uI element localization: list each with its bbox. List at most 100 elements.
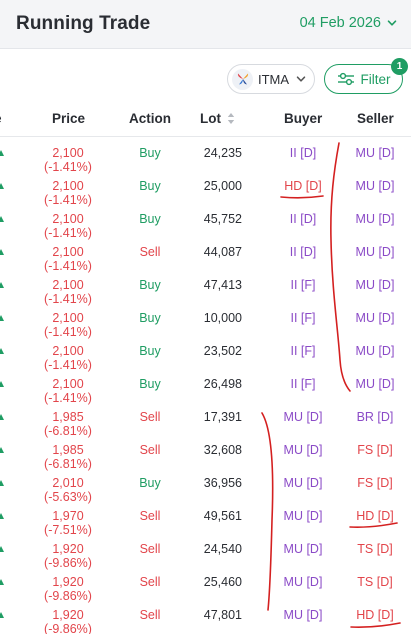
trade-direction-icon: [0, 183, 4, 189]
chevron-down-icon: [296, 76, 306, 82]
filter-count-badge: 1: [391, 58, 408, 75]
lot-cell: 24,235: [203, 146, 242, 160]
action-cell: Buy: [139, 344, 161, 358]
seller-cell: MU [D]: [355, 344, 395, 358]
action-cell: Buy: [139, 179, 161, 193]
filter-label: Filter: [360, 71, 391, 87]
action-cell: Sell: [139, 608, 161, 622]
buyer-cell: II [D]: [289, 146, 317, 160]
buyer-cell: MU [D]: [283, 542, 323, 556]
seller-cell: BR [D]: [356, 410, 394, 424]
trade-direction-icon: [0, 579, 4, 585]
table-body: 2,100 (-1.41%) Buy 24,235 II [D] MU [D] 2,100…: [0, 137, 411, 634]
date-label: 04 Feb 2026: [299, 15, 381, 31]
seller-cell: HD [D]: [356, 608, 394, 622]
trade-direction-icon: [0, 150, 4, 156]
lot-cell: 24,540: [203, 542, 242, 556]
trade-direction-icon: [0, 447, 4, 453]
seller-cell: MU [D]: [355, 278, 395, 292]
table-row[interactable]: 2,100 (-1.41%) Buy 24,235 II [D] MU [D]: [0, 137, 411, 174]
table-row[interactable]: 1,985 (-6.81%) Sell 17,391 MU [D] BR [D]: [0, 401, 411, 438]
trade-direction-icon: [0, 480, 4, 486]
stock-selector[interactable]: ITMA: [227, 64, 315, 94]
column-header-time[interactable]: e: [0, 111, 2, 126]
seller-cell: MU [D]: [355, 311, 395, 325]
action-cell: Sell: [139, 575, 161, 589]
sort-icon: [227, 113, 235, 124]
seller-cell: FS [D]: [357, 443, 393, 457]
lot-cell: 32,608: [203, 443, 242, 457]
seller-cell: MU [D]: [355, 146, 395, 160]
buyer-cell: MU [D]: [283, 509, 323, 523]
action-cell: Buy: [139, 377, 161, 391]
column-header-seller[interactable]: Seller: [357, 111, 394, 126]
table-row[interactable]: 1,920 (-9.86%) Sell 25,460 MU [D] TS [D]: [0, 566, 411, 603]
trade-direction-icon: [0, 381, 4, 387]
filter-button[interactable]: Filter 1: [324, 58, 408, 94]
table-row[interactable]: 1,920 (-9.86%) Sell 47,801 MU [D] HD [D]: [0, 599, 411, 634]
action-cell: Sell: [139, 410, 161, 424]
column-header-price[interactable]: Price: [52, 111, 85, 126]
table-row[interactable]: 2,100 (-1.41%) Buy 25,000 HD [D] MU [D]: [0, 170, 411, 207]
table-row[interactable]: 2,100 (-1.41%) Buy 26,498 II [F] MU [D]: [0, 368, 411, 405]
buyer-cell: MU [D]: [283, 575, 323, 589]
action-cell: Buy: [139, 278, 161, 292]
date-picker[interactable]: 04 Feb 2026: [300, 15, 397, 31]
table-row[interactable]: 1,970 (-7.51%) Sell 49,561 MU [D] HD [D]: [0, 500, 411, 537]
seller-cell: FS [D]: [357, 476, 393, 490]
trade-direction-icon: [0, 546, 4, 552]
table-row[interactable]: 1,985 (-6.81%) Sell 32,608 MU [D] FS [D]: [0, 434, 411, 471]
trade-direction-icon: [0, 414, 4, 420]
table-header: e Price Action Lot Buyer Seller: [0, 102, 411, 137]
seller-cell: TS [D]: [357, 542, 393, 556]
column-header-buyer[interactable]: Buyer: [284, 111, 322, 126]
trade-direction-icon: [0, 612, 4, 618]
table-row[interactable]: 2,100 (-1.41%) Sell 44,087 II [D] MU [D]: [0, 236, 411, 273]
lot-cell: 47,801: [203, 608, 242, 622]
trade-direction-icon: [0, 348, 4, 354]
column-header-action[interactable]: Action: [129, 111, 171, 126]
itma-logo-icon: [232, 68, 253, 90]
buyer-cell: II [D]: [289, 245, 317, 259]
column-header-lot[interactable]: Lot: [200, 111, 235, 126]
seller-cell: MU [D]: [355, 245, 395, 259]
lot-cell: 44,087: [203, 245, 242, 259]
table-row[interactable]: 2,100 (-1.41%) Buy 10,000 II [F] MU [D]: [0, 302, 411, 339]
lot-cell: 25,460: [203, 575, 242, 589]
lot-cell: 26,498: [203, 377, 242, 391]
trade-direction-icon: [0, 249, 4, 255]
action-cell: Sell: [139, 443, 161, 457]
table-row[interactable]: 1,920 (-9.86%) Sell 24,540 MU [D] TS [D]: [0, 533, 411, 570]
buyer-cell: II [D]: [289, 212, 317, 226]
table-row[interactable]: 2,100 (-1.41%) Buy 23,502 II [F] MU [D]: [0, 335, 411, 372]
sliders-icon: [337, 72, 354, 86]
action-cell: Sell: [139, 509, 161, 523]
table-row[interactable]: 2,100 (-1.41%) Buy 45,752 II [D] MU [D]: [0, 203, 411, 240]
action-cell: Buy: [139, 146, 161, 160]
buyer-cell: II [F]: [290, 311, 316, 325]
table-row[interactable]: 2,010 (-5.63%) Buy 36,956 MU [D] FS [D]: [0, 467, 411, 504]
lot-cell: 25,000: [203, 179, 242, 193]
lot-cell: 23,502: [203, 344, 242, 358]
trade-direction-icon: [0, 315, 4, 321]
action-cell: Buy: [139, 212, 161, 226]
page-title: Running Trade: [16, 13, 151, 34]
trade-direction-icon: [0, 513, 4, 519]
action-cell: Buy: [139, 311, 161, 325]
action-cell: Buy: [139, 476, 161, 490]
seller-cell: HD [D]: [356, 509, 394, 523]
trade-direction-icon: [0, 216, 4, 222]
chevron-down-icon: [387, 20, 397, 26]
price-cell: 1,920 (-9.86%): [44, 608, 92, 634]
buyer-cell: HD [D]: [284, 179, 322, 193]
filter-bar: ITMA Filter 1: [0, 50, 411, 102]
buyer-cell: II [F]: [290, 278, 316, 292]
buyer-cell: MU [D]: [283, 476, 323, 490]
action-cell: Sell: [139, 542, 161, 556]
buyer-cell: MU [D]: [283, 608, 323, 622]
action-cell: Sell: [139, 245, 161, 259]
trade-direction-icon: [0, 282, 4, 288]
lot-cell: 10,000: [203, 311, 242, 325]
lot-cell: 47,413: [203, 278, 242, 292]
table-row[interactable]: 2,100 (-1.41%) Buy 47,413 II [F] MU [D]: [0, 269, 411, 306]
